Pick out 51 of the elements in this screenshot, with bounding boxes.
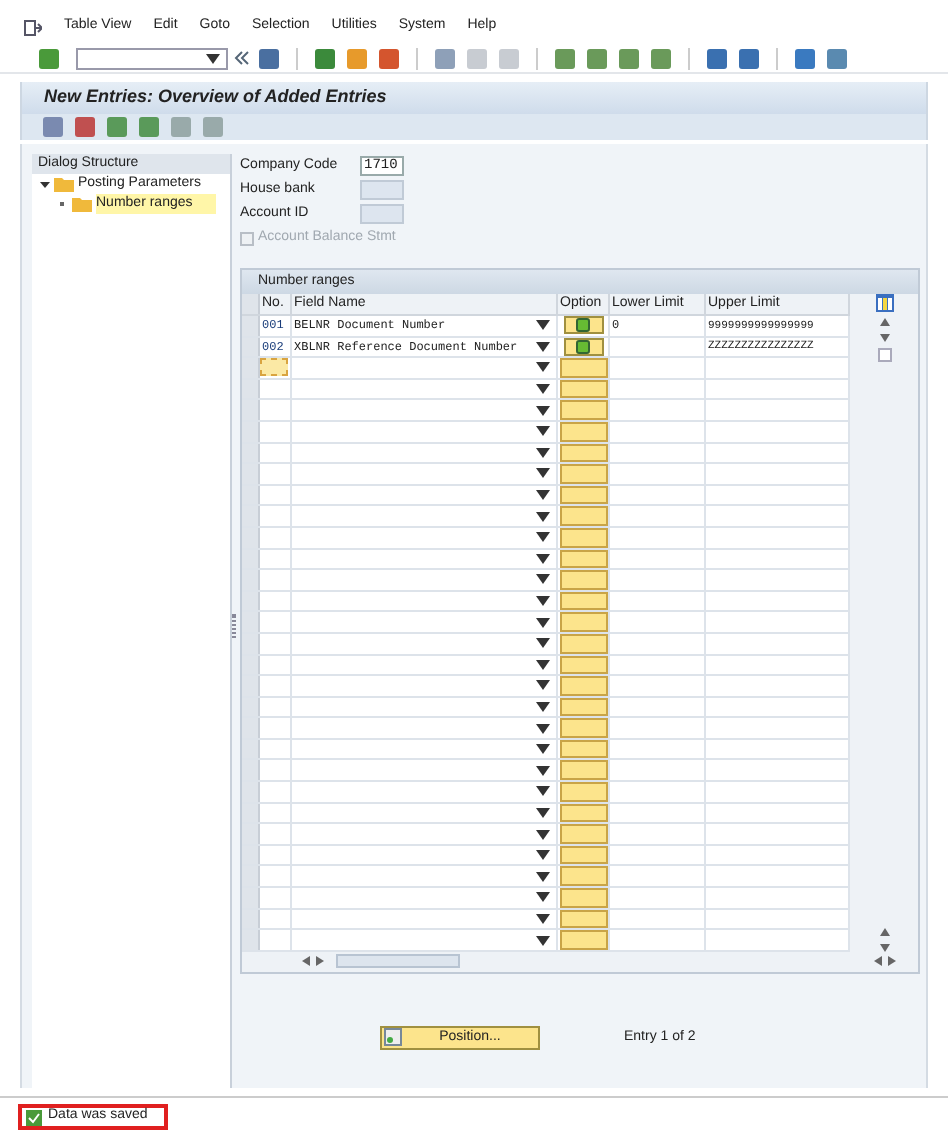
option-field[interactable] xyxy=(559,888,607,908)
scroll-down-icon[interactable] xyxy=(879,943,889,952)
option-field[interactable] xyxy=(559,506,607,526)
option-field[interactable] xyxy=(559,570,607,590)
option-field[interactable] xyxy=(559,358,607,378)
screen-title: New Entries: Overview of Added Entries xyxy=(44,84,387,111)
scroll-left-icon[interactable] xyxy=(873,956,881,967)
option-field[interactable] xyxy=(559,421,607,442)
option-field[interactable] xyxy=(559,718,607,738)
expand-arrow-icon[interactable] xyxy=(40,179,50,189)
option-field[interactable] xyxy=(559,485,607,505)
option-field[interactable] xyxy=(559,676,607,696)
scroll-up-icon[interactable] xyxy=(879,927,889,936)
scroll-thumb[interactable] xyxy=(877,348,891,362)
option-field[interactable] xyxy=(559,612,607,632)
option-field[interactable] xyxy=(559,739,607,759)
option-field[interactable] xyxy=(559,824,607,844)
option-button[interactable] xyxy=(563,316,603,335)
scroll-right-icon[interactable] xyxy=(887,956,895,967)
option-field[interactable] xyxy=(559,549,607,569)
option-field[interactable] xyxy=(559,803,607,823)
option-field[interactable] xyxy=(559,443,607,463)
scroll-down-icon[interactable] xyxy=(879,334,889,342)
scroll-up-icon[interactable] xyxy=(879,318,889,326)
command-field[interactable] xyxy=(76,47,228,69)
option-field[interactable] xyxy=(559,845,607,865)
option-field[interactable] xyxy=(559,527,607,548)
dropdown-caret-icon[interactable] xyxy=(206,53,220,63)
position-icon xyxy=(384,1028,402,1047)
success-check-icon xyxy=(26,1109,42,1125)
splitter-handle[interactable] xyxy=(232,614,236,638)
scroll-right-icon[interactable] xyxy=(316,956,324,967)
option-field[interactable] xyxy=(559,633,607,653)
option-field[interactable] xyxy=(559,760,607,781)
option-field[interactable] xyxy=(559,782,607,802)
option-field[interactable] xyxy=(559,866,607,887)
scroll-left-icon[interactable] xyxy=(302,956,310,967)
column-settings-icon[interactable] xyxy=(875,294,893,312)
option-field[interactable] xyxy=(559,697,607,717)
option-field[interactable] xyxy=(559,400,607,420)
option-field[interactable] xyxy=(559,930,607,950)
horizontal-scrollbar[interactable] xyxy=(336,954,460,969)
option-field[interactable] xyxy=(559,464,607,484)
option-field[interactable] xyxy=(559,591,607,611)
option-field[interactable] xyxy=(559,655,607,675)
cursor-cell[interactable] xyxy=(260,358,288,377)
collapse-icon[interactable] xyxy=(234,50,250,66)
option-field[interactable] xyxy=(559,909,607,929)
select-all-corner[interactable] xyxy=(242,294,260,314)
exit-menu-icon[interactable] xyxy=(24,19,42,35)
option-field[interactable] xyxy=(559,379,607,399)
